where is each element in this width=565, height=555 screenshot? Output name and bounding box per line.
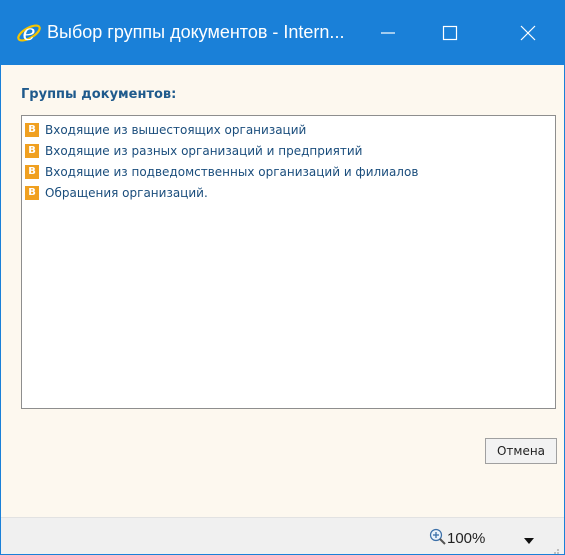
ie-icon: e [15, 18, 43, 46]
group-badge-icon: B [25, 122, 39, 137]
groups-label: Группы документов: [21, 87, 177, 102]
chevron-down-icon[interactable] [523, 533, 535, 544]
cancel-button[interactable]: Отмена [485, 438, 557, 464]
list-item[interactable]: B Входящие из разных организаций и предп… [22, 140, 555, 161]
window-title: Выбор группы документов - Intern... [47, 22, 345, 42]
group-badge-icon: B [25, 143, 39, 158]
list-item[interactable]: B Обращения организаций. [22, 182, 555, 203]
list-item-label[interactable]: Входящие из подведомственных организаций… [45, 165, 418, 179]
list-item[interactable]: B Входящие из подведомственных организац… [22, 161, 555, 182]
maximize-button[interactable] [419, 1, 481, 65]
close-button[interactable] [497, 1, 559, 65]
group-badge-icon: B [25, 164, 39, 179]
resize-grip-icon[interactable] [550, 542, 560, 554]
zoom-in-icon[interactable] [429, 528, 447, 546]
dialog-content: Группы документов: B Входящие из вышесто… [1, 65, 564, 517]
close-icon [520, 25, 536, 41]
list-item[interactable]: B Входящие из вышестоящих организаций [22, 119, 555, 140]
dialog-window: e Выбор группы документов - Intern... Гр… [0, 0, 565, 555]
zoom-level[interactable]: 100% [447, 530, 485, 547]
minimize-button[interactable] [357, 1, 419, 65]
status-bar: 100% [1, 517, 564, 554]
maximize-icon [442, 25, 458, 41]
title-bar[interactable]: e Выбор группы документов - Intern... [1, 1, 564, 65]
group-badge-icon: B [25, 185, 39, 200]
svg-text:e: e [22, 21, 35, 46]
document-groups-list[interactable]: B Входящие из вышестоящих организаций B … [21, 115, 556, 409]
list-item-label[interactable]: Входящие из вышестоящих организаций [45, 123, 306, 137]
list-item-label[interactable]: Входящие из разных организаций и предпри… [45, 144, 362, 158]
list-item-label[interactable]: Обращения организаций. [45, 186, 208, 200]
minimize-icon [381, 32, 395, 34]
